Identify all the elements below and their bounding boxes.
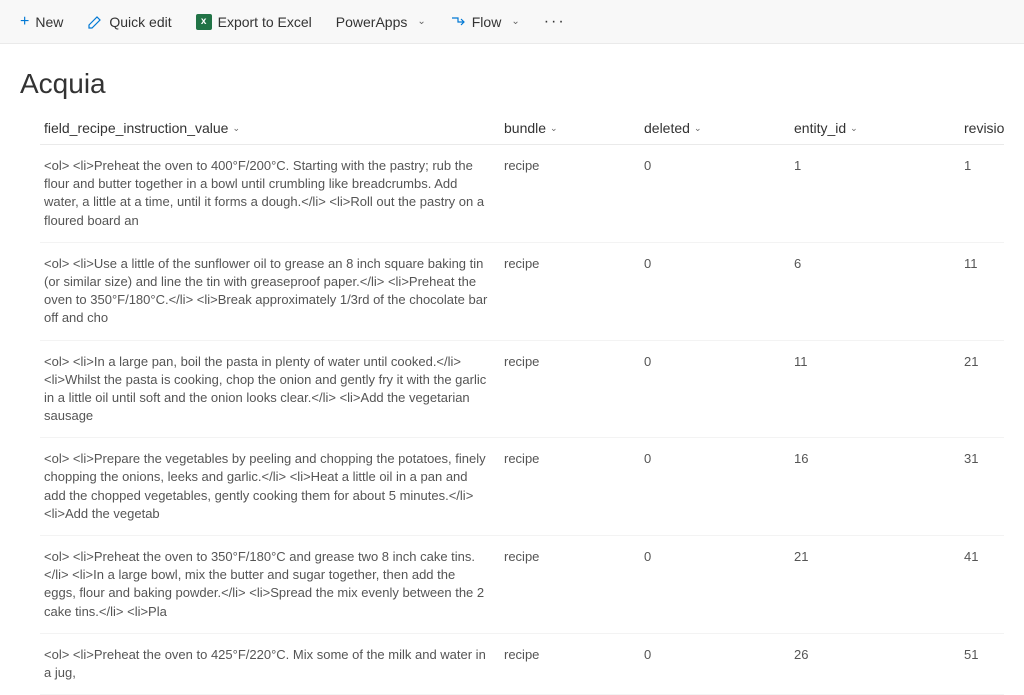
- new-button[interactable]: + New: [8, 0, 75, 44]
- flow-button[interactable]: Flow ⌄: [438, 0, 532, 44]
- cell-deleted: 0: [640, 157, 790, 230]
- chevron-down-icon: ⌄: [694, 123, 702, 134]
- cell-instruction: <ol> <li>Preheat the oven to 425°F/220°C…: [40, 646, 500, 682]
- column-header-label: deleted: [644, 120, 690, 136]
- column-header-deleted[interactable]: deleted ⌄: [640, 120, 790, 136]
- cell-revision: 11: [960, 255, 1004, 328]
- chevron-down-icon: ⌄: [511, 16, 519, 27]
- table-row[interactable]: <ol> <li>Preheat the oven to 350°F/180°C…: [40, 536, 1004, 634]
- quick-edit-label: Quick edit: [109, 14, 171, 30]
- cell-entity-id: 11: [790, 353, 960, 426]
- table-row[interactable]: <ol> <li>Prepare the vegetables by peeli…: [40, 438, 1004, 536]
- cell-instruction: <ol> <li>Use a little of the sunflower o…: [40, 255, 500, 328]
- list-view: field_recipe_instruction_value ⌄ bundle …: [0, 112, 1024, 695]
- chevron-down-icon: ⌄: [232, 123, 240, 134]
- list-header-row: field_recipe_instruction_value ⌄ bundle …: [40, 112, 1004, 145]
- cell-revision: 31: [960, 450, 1004, 523]
- cell-entity-id: 26: [790, 646, 960, 682]
- cell-bundle: recipe: [500, 548, 640, 621]
- cell-entity-id: 6: [790, 255, 960, 328]
- flow-icon: [450, 14, 466, 30]
- cell-entity-id: 16: [790, 450, 960, 523]
- column-header-label: revisio: [964, 120, 1004, 136]
- cell-bundle: recipe: [500, 157, 640, 230]
- column-header-revision[interactable]: revisio: [960, 120, 1024, 136]
- command-bar: + New Quick edit x Export to Excel Power…: [0, 0, 1024, 44]
- column-header-label: entity_id: [794, 120, 846, 136]
- cell-revision: 1: [960, 157, 1004, 230]
- chevron-down-icon: ⌄: [550, 123, 558, 134]
- more-icon: ···: [544, 13, 566, 31]
- chevron-down-icon: ⌄: [850, 123, 858, 134]
- export-excel-button[interactable]: x Export to Excel: [184, 0, 324, 44]
- table-row[interactable]: <ol> <li>In a large pan, boil the pasta …: [40, 341, 1004, 439]
- cell-revision: 21: [960, 353, 1004, 426]
- cell-deleted: 0: [640, 548, 790, 621]
- cell-instruction: <ol> <li>Prepare the vegetables by peeli…: [40, 450, 500, 523]
- cell-deleted: 0: [640, 450, 790, 523]
- cell-deleted: 0: [640, 353, 790, 426]
- cell-entity-id: 1: [790, 157, 960, 230]
- cell-bundle: recipe: [500, 255, 640, 328]
- cell-entity-id: 21: [790, 548, 960, 621]
- cell-instruction: <ol> <li>Preheat the oven to 350°F/180°C…: [40, 548, 500, 621]
- cell-instruction: <ol> <li>Preheat the oven to 400°F/200°C…: [40, 157, 500, 230]
- quick-edit-button[interactable]: Quick edit: [75, 0, 183, 44]
- page-title: Acquia: [0, 44, 1024, 112]
- list-body: <ol> <li>Preheat the oven to 400°F/200°C…: [40, 145, 1004, 695]
- export-label: Export to Excel: [218, 14, 312, 30]
- cell-deleted: 0: [640, 646, 790, 682]
- cell-instruction: <ol> <li>In a large pan, boil the pasta …: [40, 353, 500, 426]
- column-header-label: field_recipe_instruction_value: [44, 120, 228, 136]
- cell-bundle: recipe: [500, 450, 640, 523]
- column-header-label: bundle: [504, 120, 546, 136]
- column-header-entity-id[interactable]: entity_id ⌄: [790, 120, 960, 136]
- powerapps-label: PowerApps: [336, 14, 408, 30]
- plus-icon: +: [20, 13, 29, 31]
- table-row[interactable]: <ol> <li>Preheat the oven to 400°F/200°C…: [40, 145, 1004, 243]
- cell-deleted: 0: [640, 255, 790, 328]
- flow-label: Flow: [472, 14, 502, 30]
- chevron-down-icon: ⌄: [417, 16, 425, 27]
- cell-revision: 41: [960, 548, 1004, 621]
- column-header-bundle[interactable]: bundle ⌄: [500, 120, 640, 136]
- pencil-icon: [87, 14, 103, 30]
- cell-bundle: recipe: [500, 646, 640, 682]
- cell-bundle: recipe: [500, 353, 640, 426]
- powerapps-button[interactable]: PowerApps ⌄: [324, 0, 438, 44]
- cell-revision: 51: [960, 646, 1004, 682]
- table-row[interactable]: <ol> <li>Use a little of the sunflower o…: [40, 243, 1004, 341]
- column-header-instruction[interactable]: field_recipe_instruction_value ⌄: [40, 120, 500, 136]
- more-actions-button[interactable]: ···: [532, 0, 578, 44]
- table-row[interactable]: <ol> <li>Preheat the oven to 425°F/220°C…: [40, 634, 1004, 695]
- new-label: New: [35, 14, 63, 30]
- excel-icon: x: [196, 14, 212, 30]
